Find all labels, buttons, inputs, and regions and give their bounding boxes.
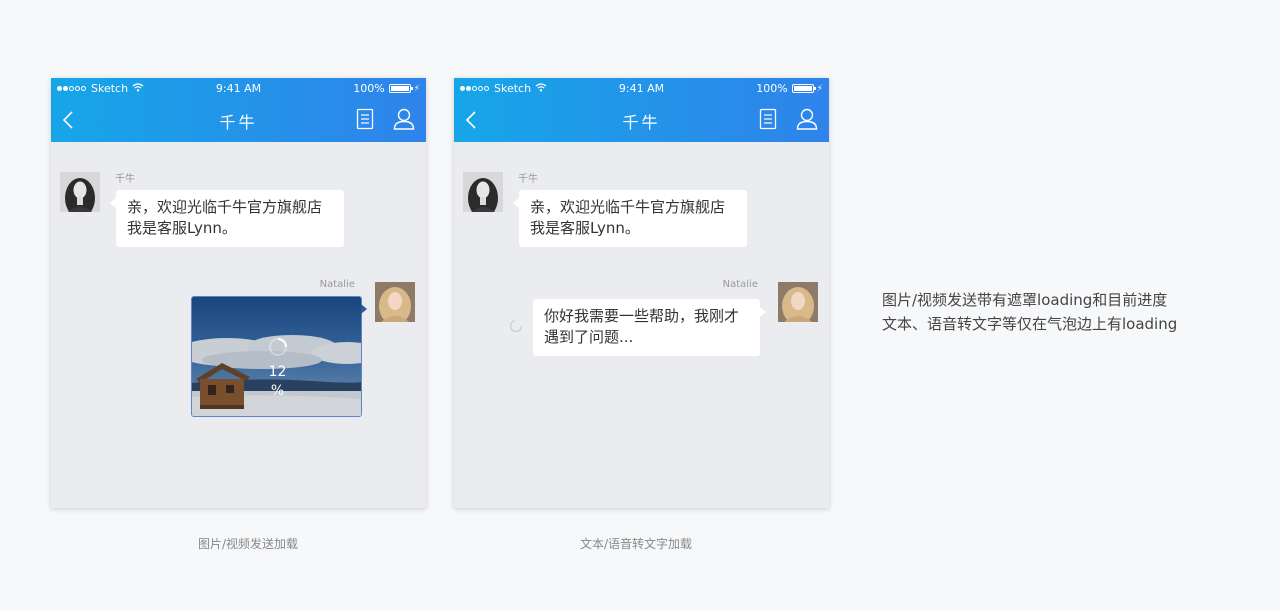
message-text-line: 你好我需要一些帮助，我刚才 bbox=[544, 307, 740, 325]
image-message[interactable]: 12 % bbox=[191, 296, 362, 417]
charging-icon: ⚡ bbox=[816, 83, 823, 94]
loading-spinner-icon bbox=[509, 318, 523, 337]
sender-name: 千牛 bbox=[115, 174, 135, 185]
design-note: 图片/视频发送带有遮罩loading和目前进度 文本、语音转文字等仅在气泡边上有… bbox=[882, 288, 1177, 336]
sender-name: 千牛 bbox=[518, 174, 538, 185]
battery-fill bbox=[390, 86, 409, 91]
document-icon[interactable] bbox=[759, 108, 777, 130]
battery-percent: 100% bbox=[756, 82, 788, 95]
battery-fill bbox=[793, 86, 812, 91]
battery-icon bbox=[388, 84, 413, 93]
upload-progress-unit: % bbox=[270, 383, 285, 399]
agent-message-bubble[interactable]: 亲，欢迎光临千牛官方旗舰店 我是客服Lynn。 bbox=[513, 190, 747, 247]
user-icon[interactable] bbox=[795, 107, 819, 131]
nav-bar: 千牛 bbox=[51, 98, 426, 142]
sender-name: Natalie bbox=[319, 279, 355, 290]
nav-bar: 千牛 bbox=[454, 98, 829, 142]
status-bar: Sketch 9:41 AM 100% ⚡ bbox=[51, 78, 426, 98]
user-avatar bbox=[778, 282, 818, 322]
user-avatar bbox=[375, 282, 415, 322]
image-bubble-tail bbox=[361, 304, 367, 314]
user-message-bubble[interactable]: 你好我需要一些帮助，我刚才 遇到了问题... bbox=[533, 299, 766, 356]
caption-text-send: 文本/语音转文字加载 bbox=[580, 537, 693, 551]
caption-image-upload: 图片/视频发送加载 bbox=[198, 537, 299, 551]
upload-progress-value: 12 bbox=[268, 364, 287, 380]
message-text-line: 亲，欢迎光临千牛官方旗舰店 bbox=[530, 198, 726, 216]
loading-spinner-icon bbox=[268, 337, 288, 361]
status-bar: Sketch 9:41 AM 100% ⚡ bbox=[454, 78, 829, 98]
message-text-line: 我是客服Lynn。 bbox=[127, 219, 237, 237]
design-note-line: 图片/视频发送带有遮罩loading和目前进度 bbox=[882, 291, 1168, 309]
document-icon[interactable] bbox=[356, 108, 374, 130]
charging-icon: ⚡ bbox=[413, 83, 420, 94]
agent-avatar bbox=[463, 172, 503, 212]
top-bar: Sketch 9:41 AM 100% ⚡ 千牛 bbox=[454, 78, 829, 142]
phone-screen-text-send: Sketch 9:41 AM 100% ⚡ 千牛 千牛 亲，欢迎光临千牛官方旗舰… bbox=[454, 78, 829, 508]
message-text-line: 亲，欢迎光临千牛官方旗舰店 bbox=[127, 198, 323, 216]
upload-progress: 12 % bbox=[192, 363, 361, 401]
battery-percent: 100% bbox=[353, 82, 385, 95]
user-icon[interactable] bbox=[392, 107, 416, 131]
agent-message-bubble[interactable]: 亲，欢迎光临千牛官方旗舰店 我是客服Lynn。 bbox=[110, 190, 344, 247]
top-bar: Sketch 9:41 AM 100% ⚡ 千牛 bbox=[51, 78, 426, 142]
agent-avatar bbox=[60, 172, 100, 212]
phone-screen-image-upload: Sketch 9:41 AM 100% ⚡ 千牛 千牛 亲，欢迎光临千牛官方旗舰… bbox=[51, 78, 426, 508]
message-text-line: 我是客服Lynn。 bbox=[530, 219, 640, 237]
battery-icon bbox=[791, 84, 816, 93]
message-text-line: 遇到了问题... bbox=[544, 328, 634, 346]
design-note-line: 文本、语音转文字等仅在气泡边上有loading bbox=[882, 315, 1178, 333]
sender-name: Natalie bbox=[722, 279, 758, 290]
